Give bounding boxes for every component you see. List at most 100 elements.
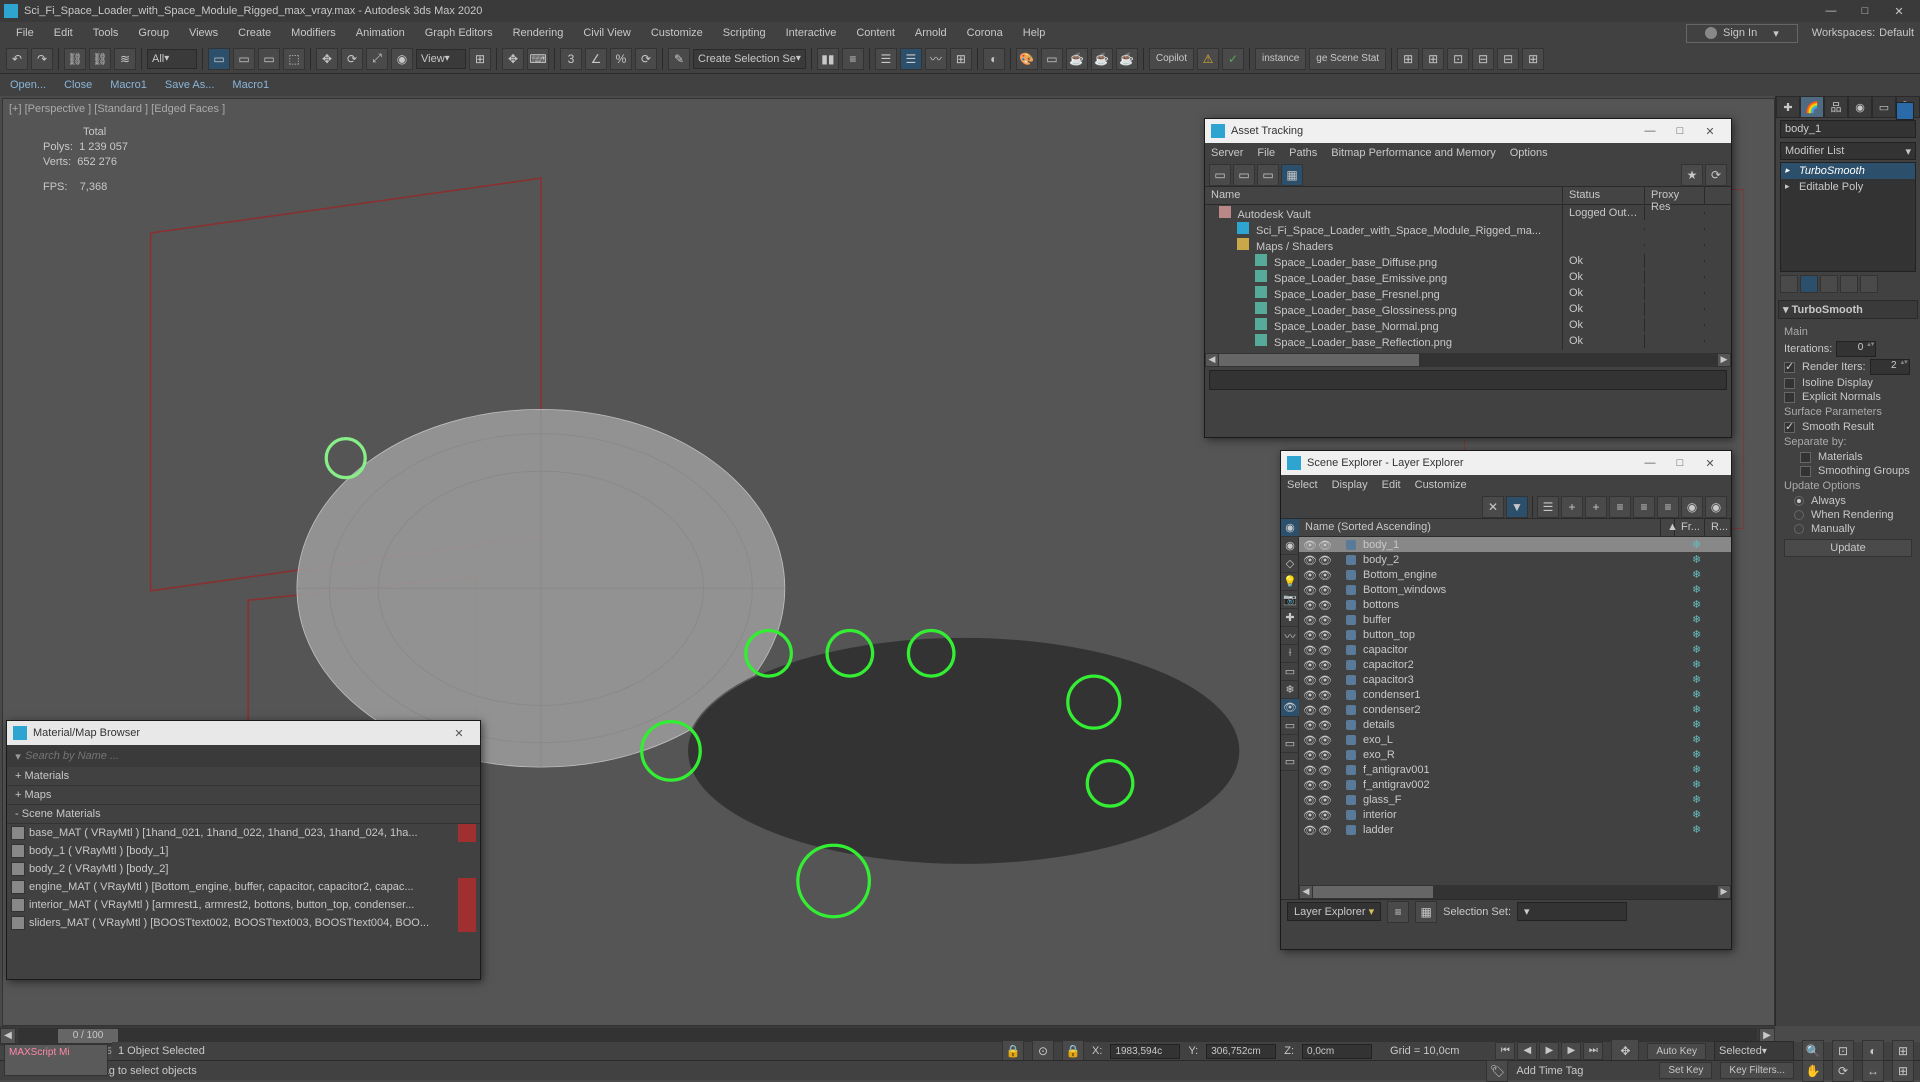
asset-tracking-input[interactable] (1209, 370, 1727, 390)
quick-open[interactable]: Open... (10, 79, 46, 91)
menu-file[interactable]: File (6, 24, 44, 42)
se-add-button[interactable]: + (1561, 496, 1583, 518)
edit-selection-set-button[interactable]: ✎ (668, 48, 690, 70)
curve-editor-button[interactable]: 〰 (925, 48, 947, 70)
cat-materials[interactable]: Materials (7, 767, 480, 786)
material-editor-button[interactable]: ◐ (983, 48, 1005, 70)
se-bottom-b1[interactable]: ≡ (1387, 901, 1409, 923)
sep-smoothing-check[interactable] (1800, 466, 1811, 477)
material-item[interactable]: body_2 ( VRayMtl ) [body_2] (7, 860, 480, 878)
asset-row[interactable]: Space_Loader_base_Glossiness.pngOk (1205, 301, 1731, 317)
scene-item[interactable]: 👁👁f_antigrav002❄ (1299, 777, 1731, 792)
freeze-icon[interactable]: ❄ (1692, 658, 1704, 671)
unlink-button[interactable]: ⛓ (89, 48, 111, 70)
freeze-icon[interactable]: ❄ (1692, 823, 1704, 836)
isoline-check[interactable] (1784, 378, 1795, 389)
close-button[interactable]: ✕ (1882, 1, 1916, 21)
visibility-icon[interactable]: 👁 (1318, 779, 1330, 791)
menu-grapheditors[interactable]: Graph Editors (415, 24, 503, 42)
menu-arnold[interactable]: Arnold (905, 24, 957, 42)
nav-maximize-button[interactable]: ⊞ (1892, 1060, 1914, 1082)
signin-button[interactable]: Sign In▾ (1686, 24, 1798, 43)
update-button[interactable]: Update (1784, 539, 1912, 557)
visibility-icon[interactable]: 👁 (1303, 749, 1315, 761)
freeze-icon[interactable]: ❄ (1692, 538, 1704, 551)
rect-region-button[interactable]: ▭ (258, 48, 280, 70)
at-menu-bitmap[interactable]: Bitmap Performance and Memory (1331, 147, 1495, 159)
autokey-button[interactable]: Auto Key (1647, 1043, 1706, 1060)
asset-row[interactable]: Space_Loader_base_Reflection.pngOk (1205, 333, 1731, 349)
visibility-icon[interactable]: 👁 (1318, 809, 1330, 821)
se-menu-display[interactable]: Display (1332, 479, 1368, 491)
scene-item[interactable]: 👁👁glass_F❄ (1299, 792, 1731, 807)
se-menu-customize[interactable]: Customize (1415, 479, 1467, 491)
at-tb4[interactable]: ▦ (1281, 164, 1303, 186)
visibility-icon[interactable]: 👁 (1318, 764, 1330, 776)
tab-hierarchy[interactable]: 品 (1824, 96, 1848, 118)
se-side-container[interactable]: ▭ (1281, 663, 1299, 681)
named-selection-set[interactable]: Create Selection Se ▾ (693, 49, 806, 69)
menu-scripting[interactable]: Scripting (713, 24, 776, 42)
se-tb1[interactable]: ≡ (1609, 496, 1631, 518)
scene-explorer-list[interactable]: 👁👁body_1❄👁👁body_2❄👁👁Bottom_engine❄👁👁Bott… (1299, 537, 1731, 885)
freeze-icon[interactable]: ❄ (1692, 568, 1704, 581)
menu-group[interactable]: Group (128, 24, 179, 42)
se-side-x3[interactable]: ▭ (1281, 753, 1299, 771)
explorer-type-dropdown[interactable]: Layer Explorer ▾ (1287, 902, 1381, 921)
at-tb3[interactable]: ▭ (1257, 164, 1279, 186)
material-item[interactable]: engine_MAT ( VRayMtl ) [Bottom_engine, b… (7, 878, 480, 896)
se-side-all[interactable]: ◉ (1281, 519, 1299, 537)
align-button[interactable]: ≡ (842, 48, 864, 70)
visibility-icon[interactable]: 👁 (1318, 704, 1330, 716)
vp-layout5-button[interactable]: ⊟ (1497, 48, 1519, 70)
asset-row[interactable]: Space_Loader_base_Fresnel.pngOk (1205, 285, 1731, 301)
scene-explorer-titlebar[interactable]: Scene Explorer - Layer Explorer — □ ✕ (1281, 451, 1731, 475)
freeze-icon[interactable]: ❄ (1692, 583, 1704, 596)
at-menu-options[interactable]: Options (1510, 147, 1548, 159)
at-refresh-button[interactable]: ⟳ (1705, 164, 1727, 186)
menu-corona[interactable]: Corona (957, 24, 1013, 42)
rotate-button[interactable]: ⟳ (341, 48, 363, 70)
visibility-icon[interactable]: 👁 (1303, 614, 1315, 626)
object-name-input[interactable] (1780, 120, 1916, 138)
se-addsel-button[interactable]: + (1585, 496, 1607, 518)
scene-item[interactable]: 👁👁capacitor3❄ (1299, 672, 1731, 687)
menu-civilview[interactable]: Civil View (573, 24, 640, 42)
move-button[interactable]: ✥ (316, 48, 338, 70)
se-layer-button[interactable]: ☰ (1537, 496, 1559, 518)
angle-snap-button[interactable]: ∠ (585, 48, 607, 70)
update-manual-radio[interactable] (1794, 524, 1804, 534)
viewport-label[interactable]: [+] [Perspective ] [Standard ] [Edged Fa… (9, 103, 225, 115)
visibility-icon[interactable]: 👁 (1303, 779, 1315, 791)
at-tb2[interactable]: ▭ (1233, 164, 1255, 186)
se-tb3[interactable]: ≡ (1657, 496, 1679, 518)
se-side-shape[interactable]: ◇ (1281, 555, 1299, 573)
render-iters-check[interactable] (1784, 362, 1795, 373)
tab-create[interactable]: ✚ (1776, 96, 1800, 118)
placement-button[interactable]: ◉ (391, 48, 413, 70)
ref-coord-system[interactable]: View ▾ (416, 49, 466, 69)
asset-tracking-hscroll[interactable]: ◀▶ (1205, 353, 1731, 367)
se-tb2[interactable]: ≡ (1633, 496, 1655, 518)
visibility-icon[interactable]: 👁 (1318, 734, 1330, 746)
vp-layout2-button[interactable]: ⊞ (1422, 48, 1444, 70)
select-object-button[interactable]: ▭ (208, 48, 230, 70)
render-frame-button[interactable]: ▭ (1041, 48, 1063, 70)
tab-modify[interactable]: 🌈 (1800, 96, 1824, 118)
panel-close-button[interactable]: ✕ (444, 727, 474, 740)
se-side-space[interactable]: 〰 (1281, 627, 1299, 645)
se-filter-button[interactable]: ▼ (1506, 496, 1528, 518)
panel-minimize-button[interactable]: — (1635, 125, 1665, 137)
keyfilters-button[interactable]: Key Filters... (1720, 1062, 1794, 1079)
rollout-header[interactable]: ▾ TurboSmooth (1778, 300, 1918, 319)
quick-close[interactable]: Close (64, 79, 92, 91)
visibility-icon[interactable]: 👁 (1318, 584, 1330, 596)
timetag-icon[interactable]: 🏷 (1486, 1060, 1508, 1082)
update-always-radio[interactable] (1794, 496, 1804, 506)
timeslider-handle[interactable]: 0 / 100 (58, 1029, 118, 1043)
mirror-button[interactable]: ▮▮ (817, 48, 839, 70)
menu-customize[interactable]: Customize (641, 24, 713, 42)
goto-start-button[interactable]: ⏮ (1495, 1042, 1515, 1060)
vp-layout6-button[interactable]: ⊞ (1522, 48, 1544, 70)
manipulate-button[interactable]: ✥ (502, 48, 524, 70)
